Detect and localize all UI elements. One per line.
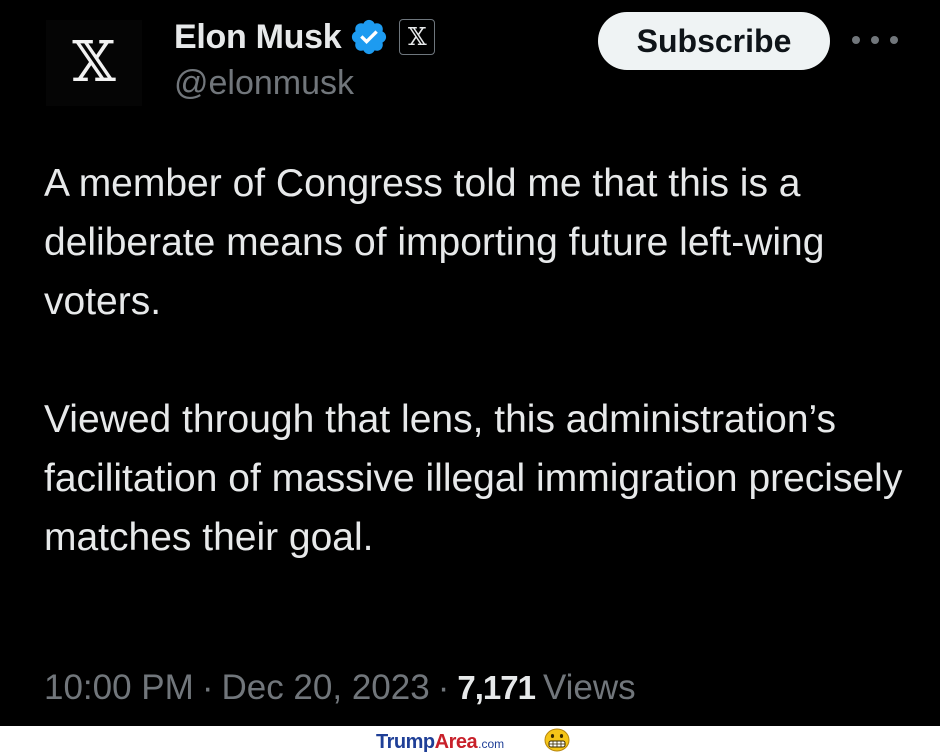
tweet-meta: 10:00 PM · Dec 20, 2023 · 7,171 Views (44, 668, 636, 708)
watermark-part-area: Area (434, 731, 478, 753)
meta-separator: · (201, 668, 214, 707)
tweet-card: 𝕏 Elon Musk 𝕏 @elonmusk Subscribe A memb… (0, 0, 940, 726)
verified-badge-icon[interactable] (349, 17, 389, 57)
tweet-paragraph: A member of Congress told me that this i… (44, 162, 825, 323)
avatar[interactable]: 𝕏 (46, 20, 142, 106)
meta-separator: · (437, 668, 450, 707)
tweet-date[interactable]: Dec 20, 2023 (221, 668, 429, 708)
dot (890, 36, 898, 44)
x-affiliation-badge-icon[interactable]: 𝕏 (399, 19, 436, 55)
author-handle[interactable]: @elonmusk (174, 64, 354, 103)
grimace-emoji-icon (544, 728, 570, 752)
tweet-paragraph: Viewed through that lens, this administr… (44, 398, 903, 559)
tweet-time[interactable]: 10:00 PM (44, 668, 194, 708)
tweet-text: A member of Congress told me that this i… (44, 154, 914, 567)
dot (871, 36, 879, 44)
watermark-part-trump: Trump (376, 731, 435, 753)
author-display-name[interactable]: Elon Musk (174, 18, 342, 57)
subscribe-button[interactable]: Subscribe (598, 12, 830, 70)
author-name-row: Elon Musk 𝕏 (174, 14, 436, 60)
watermark-logo: Trump Area .com (376, 731, 504, 754)
views-count[interactable]: 7,171 (457, 669, 536, 707)
x-glyph-icon: 𝕏 (408, 23, 427, 51)
more-dots-icon[interactable] (852, 26, 898, 54)
watermark-bar: Trump Area .com (0, 726, 940, 754)
dot (852, 36, 860, 44)
views-label: Views (542, 668, 636, 707)
watermark-part-com: .com (478, 737, 505, 751)
x-logo-icon: 𝕏 (72, 30, 116, 95)
